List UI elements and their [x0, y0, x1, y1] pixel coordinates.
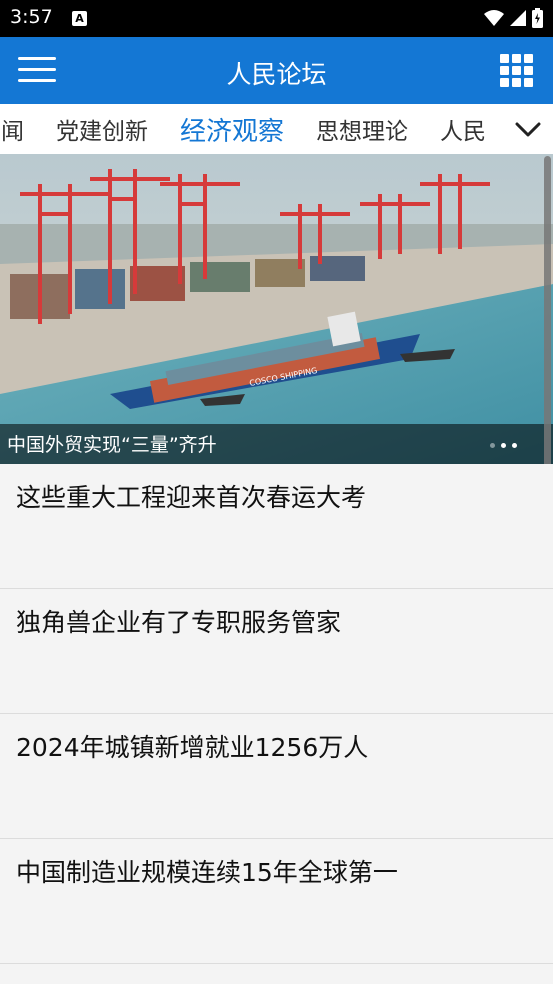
- wifi-icon: [484, 10, 504, 26]
- list-item[interactable]: 独角兽企业有了专职服务管家: [0, 589, 553, 714]
- signal-icon: [510, 10, 526, 26]
- banner-caption: 中国外贸实现“三量”齐升: [7, 434, 217, 456]
- grid-apps-icon[interactable]: [500, 54, 533, 87]
- banner-image: COSCO SHIPPING: [0, 154, 553, 464]
- tabs-track: 要闻党建创新经济观察思想理论人民: [0, 104, 518, 154]
- news-title: 2024年城镇新增就业1256万人: [16, 733, 369, 762]
- tab-4[interactable]: 人民: [440, 112, 486, 146]
- scrollbar[interactable]: [544, 156, 551, 506]
- status-icons: [484, 8, 543, 28]
- list-item[interactable]: 这些重大工程迎来首次春运大考: [0, 464, 553, 589]
- list-item[interactable]: 2024年城镇新增就业1256万人: [0, 714, 553, 839]
- tab-2[interactable]: 经济观察: [180, 111, 284, 148]
- news-list: 这些重大工程迎来首次春运大考 独角兽企业有了专职服务管家 2024年城镇新增就业12…: [0, 464, 553, 964]
- news-title: 这些重大工程迎来首次春运大考: [16, 483, 367, 512]
- banner-carousel[interactable]: COSCO SHIPPING 中国外贸实现“三量”齐升: [0, 154, 553, 464]
- tab-1[interactable]: 党建创新: [56, 112, 148, 146]
- tab-3[interactable]: 思想理论: [316, 112, 408, 146]
- app-bar: 人民论坛: [0, 37, 553, 104]
- news-title: 独角兽企业有了专职服务管家: [16, 608, 342, 637]
- news-title: 中国制造业规模连续15年全球第一: [16, 858, 398, 887]
- battery-icon: [532, 8, 543, 28]
- status-bar: 3:57 A: [0, 0, 553, 37]
- category-tabs: 要闻党建创新经济观察思想理论人民: [0, 104, 553, 154]
- tab-0[interactable]: 要闻: [0, 112, 24, 146]
- list-item[interactable]: 中国制造业规模连续15年全球第一: [0, 839, 553, 964]
- chevron-down-icon[interactable]: [515, 118, 541, 140]
- notification-icon: A: [72, 11, 87, 26]
- status-time: 3:57: [10, 6, 53, 28]
- app-title: 人民论坛: [226, 60, 327, 89]
- carousel-dots: [490, 443, 517, 448]
